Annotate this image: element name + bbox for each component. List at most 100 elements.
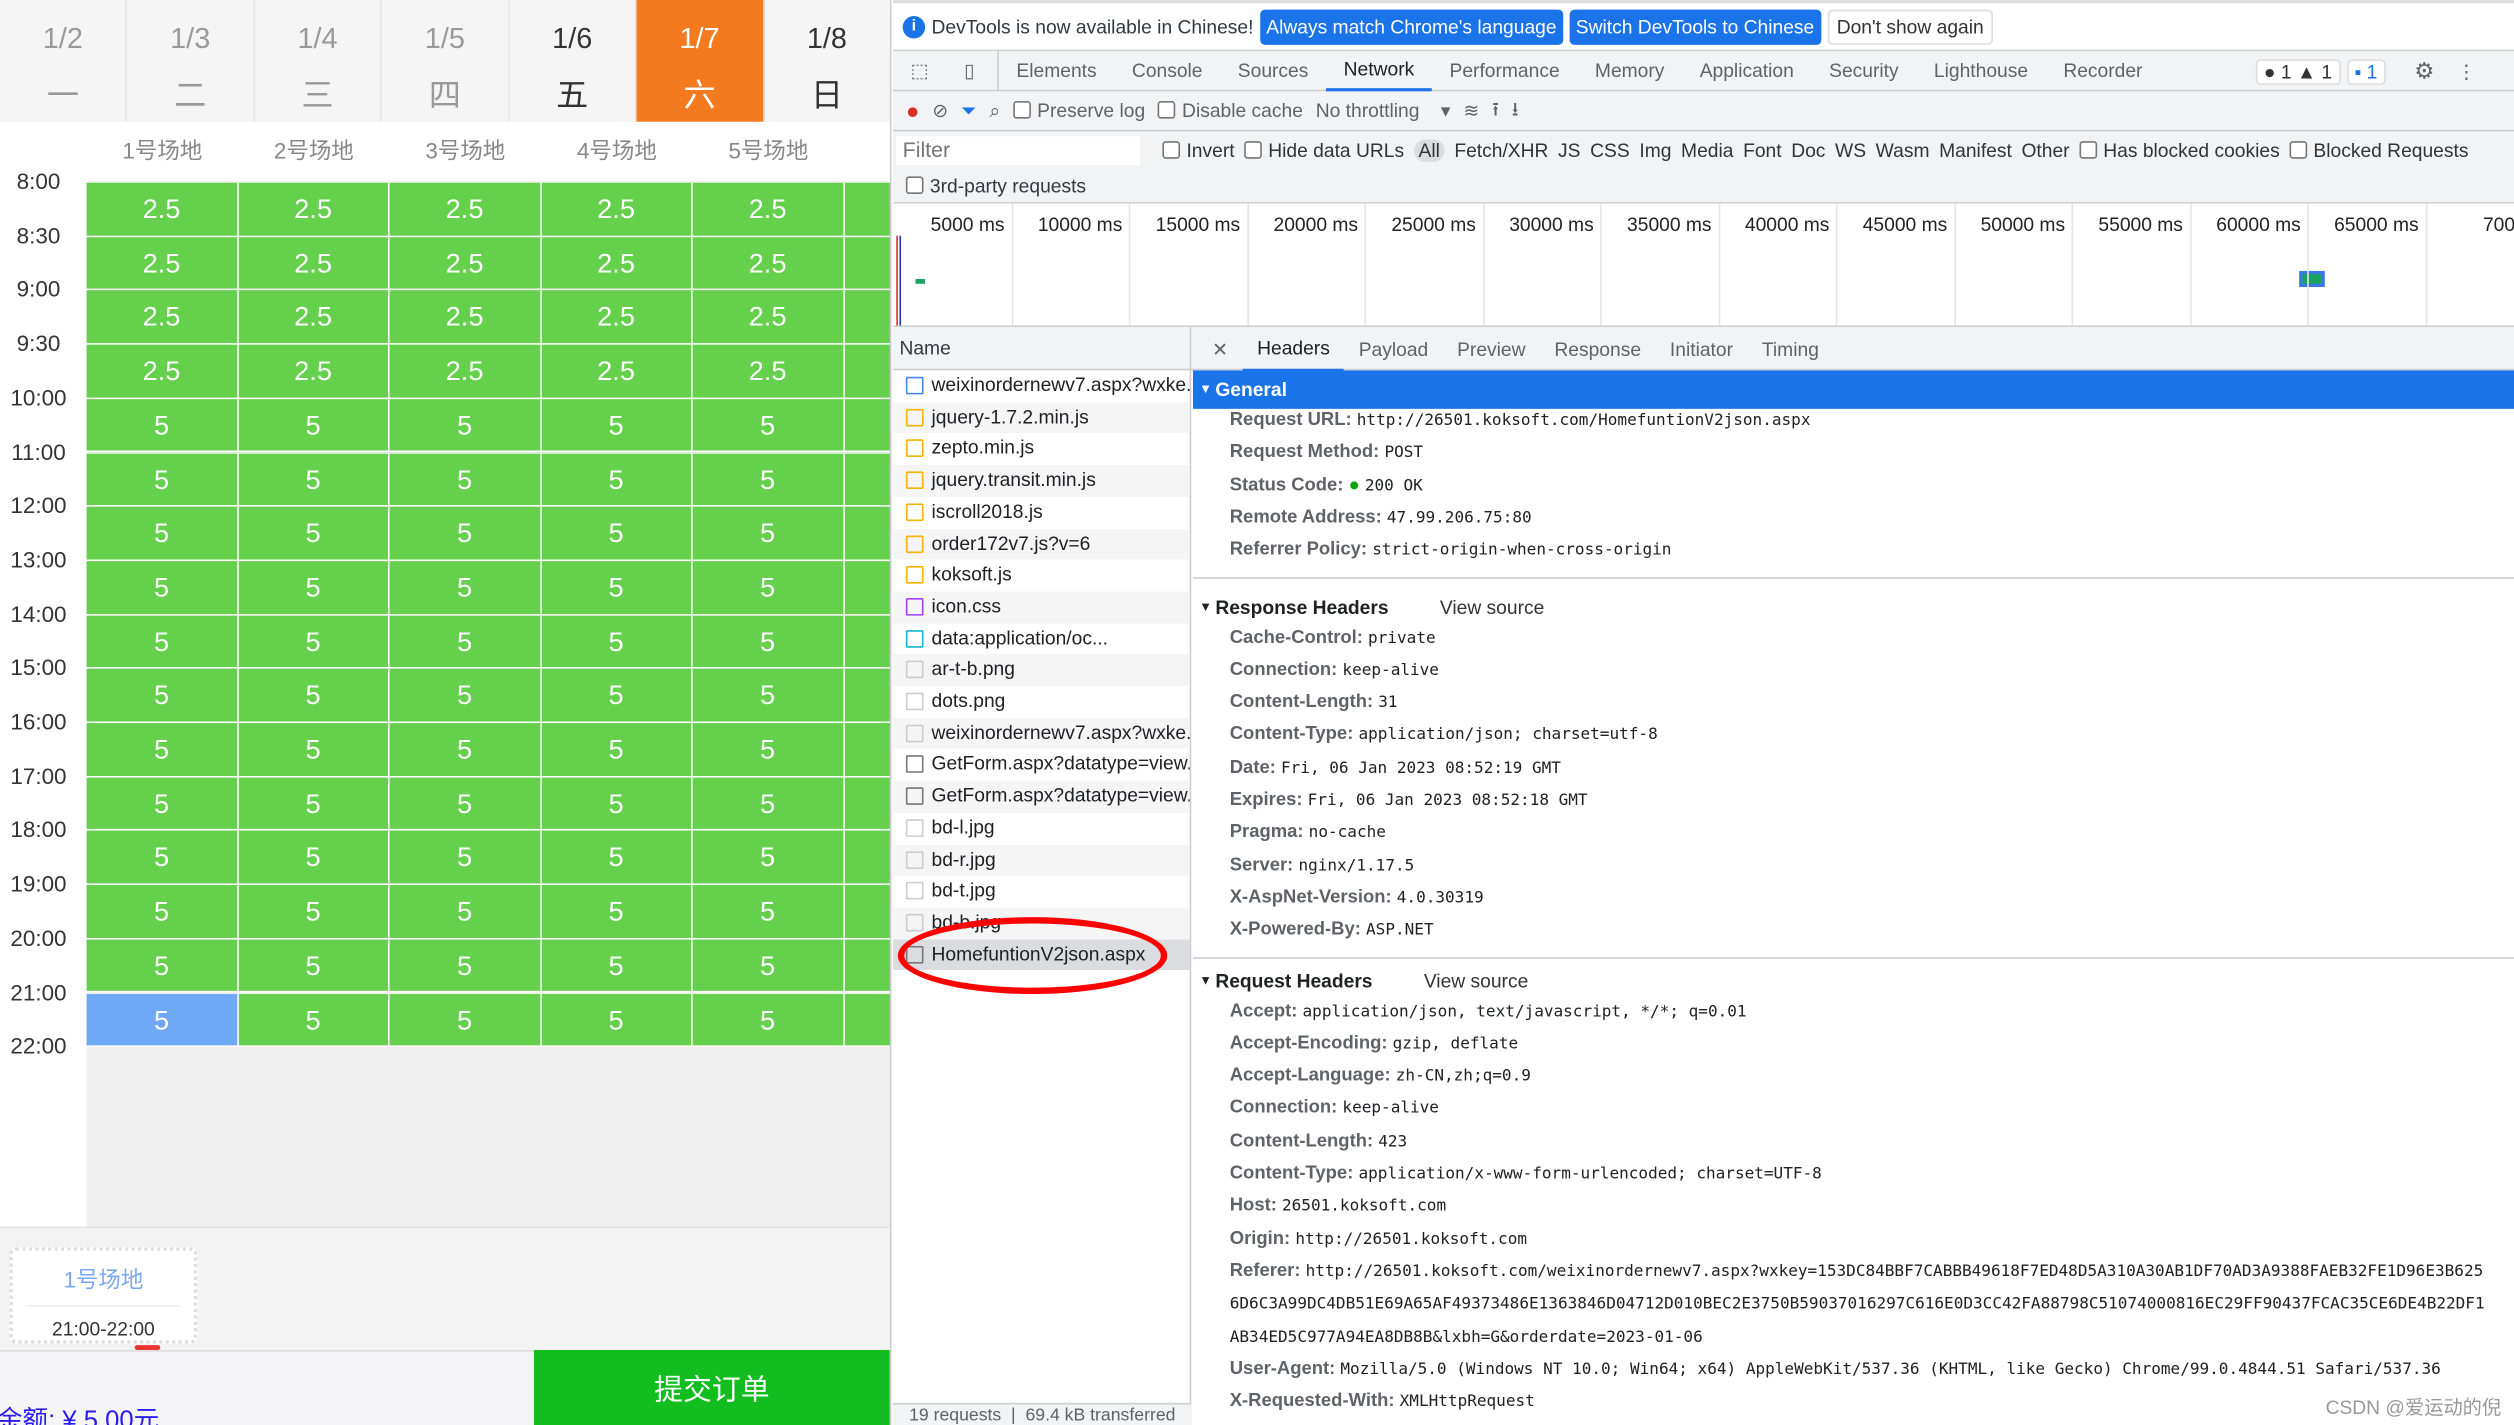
selected-slot[interactable]: 5 (86, 993, 239, 1048)
slot-cell[interactable]: 5 (238, 398, 390, 453)
tab-performance[interactable]: Performance (1432, 51, 1577, 89)
slot-cell[interactable]: 2.5 (238, 182, 390, 237)
slot-cell[interactable]: 5 (541, 669, 693, 724)
slot-cell[interactable] (844, 398, 890, 453)
date-tab[interactable]: 1/7 六 (636, 0, 765, 122)
slot-cell[interactable]: 2.5 (541, 236, 693, 291)
slot-cell[interactable]: 5 (541, 939, 693, 994)
slot-cell[interactable]: 5 (238, 723, 390, 778)
request-row[interactable]: dots.png (893, 686, 1190, 718)
slot-cell[interactable]: 5 (541, 452, 693, 507)
slot-cell[interactable]: 5 (86, 506, 239, 561)
slot-cell[interactable]: 2.5 (692, 182, 845, 237)
slot-cell[interactable]: 5 (86, 398, 239, 453)
slot-cell[interactable]: 5 (692, 939, 845, 994)
tab-application[interactable]: Application (1682, 51, 1811, 89)
slot-cell[interactable]: 5 (86, 723, 239, 778)
throttling-select[interactable]: No throttling ▾ (1316, 99, 1451, 121)
slot-cell[interactable]: 5 (238, 506, 390, 561)
slot-cell[interactable] (844, 831, 890, 886)
slot-cell[interactable]: 5 (86, 777, 239, 832)
slot-cell[interactable] (844, 777, 890, 832)
slot-cell[interactable]: 2.5 (86, 236, 239, 291)
slot-cell[interactable]: 5 (238, 669, 390, 724)
filter-type-other[interactable]: Other (2021, 139, 2069, 161)
slot-cell[interactable]: 5 (692, 560, 845, 615)
response-section-header[interactable]: Response Headers View source (1193, 588, 2514, 626)
tab-sources[interactable]: Sources (1220, 51, 1326, 89)
filter-type-doc[interactable]: Doc (1791, 139, 1825, 161)
slot-cell[interactable]: 2.5 (541, 290, 693, 345)
preserve-log-checkbox[interactable]: Preserve log (1013, 99, 1145, 122)
slot-cell[interactable]: 5 (692, 398, 845, 453)
filter-type-fetch-xhr[interactable]: Fetch/XHR (1454, 139, 1548, 161)
filter-icon[interactable]: ⏷ (961, 99, 976, 123)
slot-cell[interactable]: 2.5 (389, 344, 542, 399)
tab-console[interactable]: Console (1114, 51, 1220, 89)
slot-cell[interactable] (844, 993, 890, 1048)
general-section-header[interactable]: General (1192, 370, 2514, 409)
selected-slot-card[interactable]: 1号场地 21:00-22:00 (9, 1247, 198, 1344)
slot-cell[interactable]: 2.5 (238, 290, 390, 345)
request-row[interactable]: weixinordernewv7.aspx?wxke... (893, 717, 1190, 750)
filter-input[interactable] (896, 136, 1140, 166)
slot-cell[interactable]: 2.5 (692, 344, 845, 399)
request-row[interactable]: jquery-1.7.2.min.js (893, 401, 1190, 434)
filter-type-all[interactable]: All (1413, 139, 1445, 162)
slot-cell[interactable]: 5 (389, 993, 542, 1048)
slot-cell[interactable]: 2.5 (86, 182, 239, 237)
disable-cache-checkbox[interactable]: Disable cache (1157, 99, 1303, 122)
slot-cell[interactable]: 5 (692, 885, 845, 940)
slot-cell[interactable]: 2.5 (692, 290, 845, 345)
detail-tab-response[interactable]: Response (1540, 328, 1656, 370)
slot-cell[interactable] (844, 560, 890, 615)
filter-type-font[interactable]: Font (1743, 139, 1782, 161)
slot-cell[interactable]: 5 (86, 452, 239, 507)
request-row[interactable]: ar-t-b.png (893, 654, 1190, 687)
request-row[interactable]: data:application/oc... (893, 623, 1190, 655)
tab-memory[interactable]: Memory (1577, 51, 1682, 89)
slot-cell[interactable]: 5 (238, 993, 390, 1048)
slot-cell[interactable]: 2.5 (541, 182, 693, 237)
slot-cell[interactable]: 5 (389, 506, 542, 561)
request-row[interactable]: order172v7.js?v=6 (893, 528, 1190, 560)
slot-cell[interactable]: 5 (86, 885, 239, 940)
slot-cell[interactable]: 5 (86, 669, 239, 724)
slot-cell[interactable]: 5 (389, 560, 542, 615)
messages-badge[interactable]: ▪ 1 (2346, 58, 2386, 85)
slot-cell[interactable]: 2.5 (86, 290, 239, 345)
import-har-icon[interactable]: ⭱ (1492, 94, 1499, 128)
export-har-icon[interactable]: ⭳ (1512, 94, 1519, 128)
settings-gear-icon[interactable]: ⚙ (2414, 58, 2434, 85)
slot-cell[interactable]: 5 (389, 777, 542, 832)
date-tab[interactable]: 1/4 三 (255, 0, 383, 122)
network-timeline[interactable]: 5000 ms 10000 ms 15000 ms 20000 ms 25000 ms 3… (893, 203, 2514, 328)
slot-cell[interactable]: 5 (389, 723, 542, 778)
slot-cell[interactable]: 5 (541, 777, 693, 832)
request-section-header[interactable]: Request Headers View source (1193, 961, 2514, 999)
filter-type-media[interactable]: Media (1681, 139, 1733, 161)
slot-cell[interactable]: 5 (238, 452, 390, 507)
slot-cell[interactable]: 5 (238, 615, 390, 670)
slot-cell[interactable] (844, 939, 890, 994)
request-row[interactable]: bd-r.jpg (893, 844, 1190, 876)
slot-cell[interactable]: 5 (692, 452, 845, 507)
slot-cell[interactable]: 2.5 (541, 344, 693, 399)
slot-cell[interactable]: 2.5 (389, 290, 542, 345)
slot-cell[interactable]: 5 (238, 831, 390, 886)
slot-cell[interactable]: 5 (692, 723, 845, 778)
date-tab[interactable]: 1/5 四 (382, 0, 510, 122)
slot-cell[interactable]: 5 (692, 615, 845, 670)
slot-cell[interactable]: 5 (692, 777, 845, 832)
hide-data-urls-checkbox[interactable]: Hide data URLs (1244, 139, 1404, 162)
slot-cell[interactable]: 2.5 (692, 236, 845, 291)
always-match-language-button[interactable]: Always match Chrome's language (1259, 8, 1563, 45)
slot-cell[interactable]: 5 (692, 993, 845, 1048)
slot-cell[interactable]: 2.5 (389, 182, 542, 237)
slot-cell[interactable]: 5 (86, 831, 239, 886)
slot-cell[interactable]: 5 (86, 615, 239, 670)
clear-icon[interactable]: ⊘ (932, 99, 948, 121)
request-row[interactable]: koksoft.js (893, 560, 1190, 592)
tab-elements[interactable]: Elements (999, 51, 1114, 89)
slot-cell[interactable]: 5 (238, 560, 390, 615)
